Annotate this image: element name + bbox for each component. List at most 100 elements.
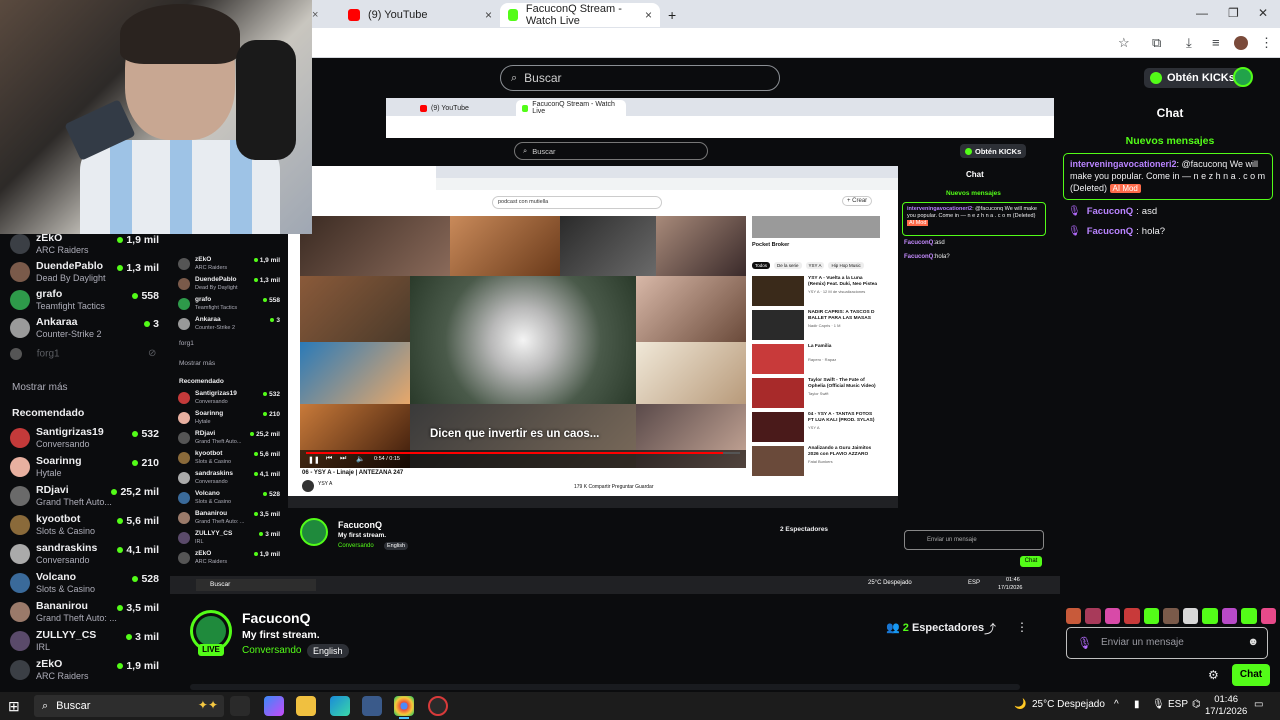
weather-text[interactable]: 25°C Despejado bbox=[1032, 699, 1105, 710]
chat-input[interactable]: 🎙 Enviar un mensaje ☻ bbox=[1066, 627, 1268, 659]
gear-icon[interactable]: ⚙ bbox=[1208, 668, 1219, 682]
chevron-up-icon[interactable]: ^ bbox=[1114, 699, 1119, 710]
sidebar-channel[interactable]: Soarinng Hytale 210 bbox=[10, 455, 165, 483]
minimize-icon[interactable]: — bbox=[1196, 6, 1208, 20]
nested-taskbar-search: Buscar bbox=[196, 579, 316, 591]
new-tab-button[interactable]: + bbox=[660, 3, 684, 27]
offline-channel[interactable]: forg1 ⊘ bbox=[10, 348, 156, 360]
bookmark-star-icon[interactable]: ☆ bbox=[1118, 35, 1130, 51]
media-controls-icon[interactable]: ≡ bbox=[1212, 35, 1220, 50]
new-messages-heading[interactable]: Nuevos mensajes bbox=[1060, 135, 1280, 147]
tray-app-icon[interactable]: ▮ bbox=[1134, 699, 1140, 710]
live-dot-icon bbox=[117, 605, 124, 612]
next-icon: ⏭ bbox=[340, 455, 347, 462]
emote[interactable] bbox=[1085, 608, 1101, 624]
store-icon[interactable] bbox=[362, 696, 382, 716]
language-indicator[interactable]: ESP bbox=[1168, 699, 1188, 710]
notification-icon[interactable]: ▭ bbox=[1254, 699, 1263, 710]
chrome-icon[interactable] bbox=[394, 696, 414, 719]
nested-channel: zEkO ARC Raiders 1,9 mil bbox=[178, 256, 282, 276]
share-icon[interactable]: ⤴ bbox=[984, 620, 996, 637]
sidebar-channel[interactable]: RDjavi Grand Theft Auto... 25,2 mil bbox=[10, 484, 165, 512]
emote[interactable] bbox=[1163, 608, 1179, 624]
nested-channel: Ankaraa Counter-Strike 2 3 bbox=[178, 316, 282, 336]
close-window-icon[interactable]: ✕ bbox=[1258, 6, 1268, 20]
tab-kick[interactable]: FacuconQ Stream - Watch Live × bbox=[500, 3, 660, 27]
emote[interactable] bbox=[1182, 608, 1199, 624]
network-icon[interactable]: ⌬ bbox=[1192, 699, 1201, 710]
user-avatar[interactable] bbox=[1233, 67, 1253, 87]
rec-title: 04 - YSY A - TANTAS FOTOS FT LUA KALI (P… bbox=[808, 412, 875, 423]
show-more-link[interactable]: Mostrar más bbox=[12, 382, 68, 393]
copilot-icon[interactable] bbox=[264, 696, 284, 716]
sidebar-channel[interactable]: Volcano Slots & Casino 528 bbox=[10, 571, 165, 599]
channel-name: sandraskins bbox=[36, 542, 98, 554]
close-icon[interactable]: × bbox=[645, 8, 652, 22]
message-user[interactable]: FacuconQ bbox=[1087, 226, 1133, 237]
profile-avatar[interactable] bbox=[1234, 36, 1248, 50]
emote[interactable] bbox=[1221, 608, 1238, 624]
windows-start-icon[interactable]: ⊞ bbox=[8, 698, 20, 715]
tab-youtube[interactable]: × (9) YouTube × bbox=[300, 3, 500, 27]
emote[interactable] bbox=[1124, 608, 1140, 624]
channel-name: kyootbot bbox=[195, 450, 223, 457]
stream-title: My first stream. bbox=[242, 629, 320, 641]
restore-icon[interactable]: ❐ bbox=[1228, 6, 1239, 20]
emote[interactable] bbox=[1143, 608, 1160, 624]
yt-channel-name: YSY A bbox=[318, 481, 333, 487]
close-icon[interactable]: × bbox=[485, 8, 492, 22]
get-kicks-button[interactable]: Obtén KICKs bbox=[1144, 68, 1243, 88]
taskbar-search[interactable]: ⌕ Buscar ✦✦ bbox=[34, 695, 224, 717]
pinned-user[interactable]: interveningavocationeri2 bbox=[1070, 159, 1177, 169]
edge-icon[interactable] bbox=[330, 696, 350, 716]
video-tile bbox=[636, 276, 746, 342]
emote[interactable] bbox=[1066, 608, 1082, 624]
stream-category[interactable]: Conversando bbox=[242, 645, 301, 656]
sidebar-channel[interactable]: Ankaraa Counter-Strike 2 3 bbox=[10, 316, 165, 344]
emote[interactable] bbox=[1260, 608, 1276, 624]
download-icon[interactable]: ⤓ bbox=[1186, 35, 1192, 51]
sidebar-channel[interactable]: zEkO ARC Raiders 1,9 mil bbox=[10, 232, 165, 260]
file-explorer-icon[interactable] bbox=[296, 696, 316, 716]
mic-tray-icon[interactable]: 🎙 bbox=[1152, 699, 1165, 710]
channel-name: Ankaraa bbox=[36, 316, 78, 328]
live-dot-icon bbox=[132, 293, 139, 300]
sidebar-channel[interactable]: kyootbot Slots & Casino 5,6 mil bbox=[10, 513, 165, 541]
extensions-icon[interactable]: ⧉ bbox=[1152, 35, 1161, 51]
yt-rec-item: La Familia Rapero · Rapaz bbox=[752, 344, 880, 378]
video-progress bbox=[306, 452, 740, 454]
sidebar-channel[interactable]: DuendePablo Dead By Daylight 1,3 mil bbox=[10, 260, 165, 288]
streamer-name[interactable]: FacuconQ bbox=[242, 610, 310, 626]
sidebar-channel[interactable]: ZULLYY_CS IRL 3 mil bbox=[10, 629, 165, 657]
emote[interactable] bbox=[1241, 608, 1257, 624]
obs-icon[interactable] bbox=[428, 696, 448, 716]
channel-name: Santigrizas19 bbox=[195, 390, 237, 397]
close-icon[interactable]: × bbox=[312, 9, 318, 21]
nested-channel: sandraskins Conversando 4,1 mil bbox=[178, 470, 282, 490]
rec-title: Taylor Swift - The Fate of Ophelia (Offi… bbox=[808, 378, 876, 389]
nested-channel: ZULLYY_CS IRL 3 mil bbox=[178, 530, 282, 550]
stream-language[interactable]: English bbox=[307, 644, 349, 658]
sidebar-channel[interactable]: sandraskins Conversando 4,1 mil bbox=[10, 542, 165, 570]
live-dot-icon bbox=[117, 518, 124, 525]
emote[interactable] bbox=[1202, 608, 1218, 624]
nested-date: 17/1/2026 bbox=[998, 585, 1023, 591]
search-icon: ⌕ bbox=[42, 699, 49, 712]
search-input[interactable]: ⌕ Buscar bbox=[500, 65, 780, 91]
clock[interactable]: 01:46 17/1/2026 bbox=[1205, 694, 1247, 718]
sidebar-channel[interactable]: grafo Teamfight Tactics 558 bbox=[10, 288, 165, 316]
sidebar-channel[interactable]: zEkO ARC Raiders 1,9 mil bbox=[10, 658, 165, 686]
sidebar-channel[interactable]: Bananirou Grand Theft Auto: ... 3,5 mil bbox=[10, 600, 165, 628]
rec-thumbnail bbox=[752, 412, 804, 442]
chat-send-button[interactable]: Chat bbox=[1232, 664, 1270, 686]
avatar bbox=[10, 515, 30, 535]
video-caption: Dicen que invertir es un caos... bbox=[430, 428, 600, 440]
emote[interactable] bbox=[1104, 608, 1121, 624]
live-dot-icon bbox=[111, 489, 118, 496]
message-user[interactable]: FacuconQ bbox=[1087, 206, 1133, 217]
task-view-icon[interactable] bbox=[230, 696, 250, 716]
browser-menu-icon[interactable]: ⋮ bbox=[1260, 35, 1273, 51]
sidebar-channel[interactable]: Santigrizas19 Conversando 532 bbox=[10, 426, 165, 454]
emoji-icon[interactable]: ☻ bbox=[1247, 636, 1259, 648]
more-options-icon[interactable]: ⋮ bbox=[1016, 620, 1028, 634]
